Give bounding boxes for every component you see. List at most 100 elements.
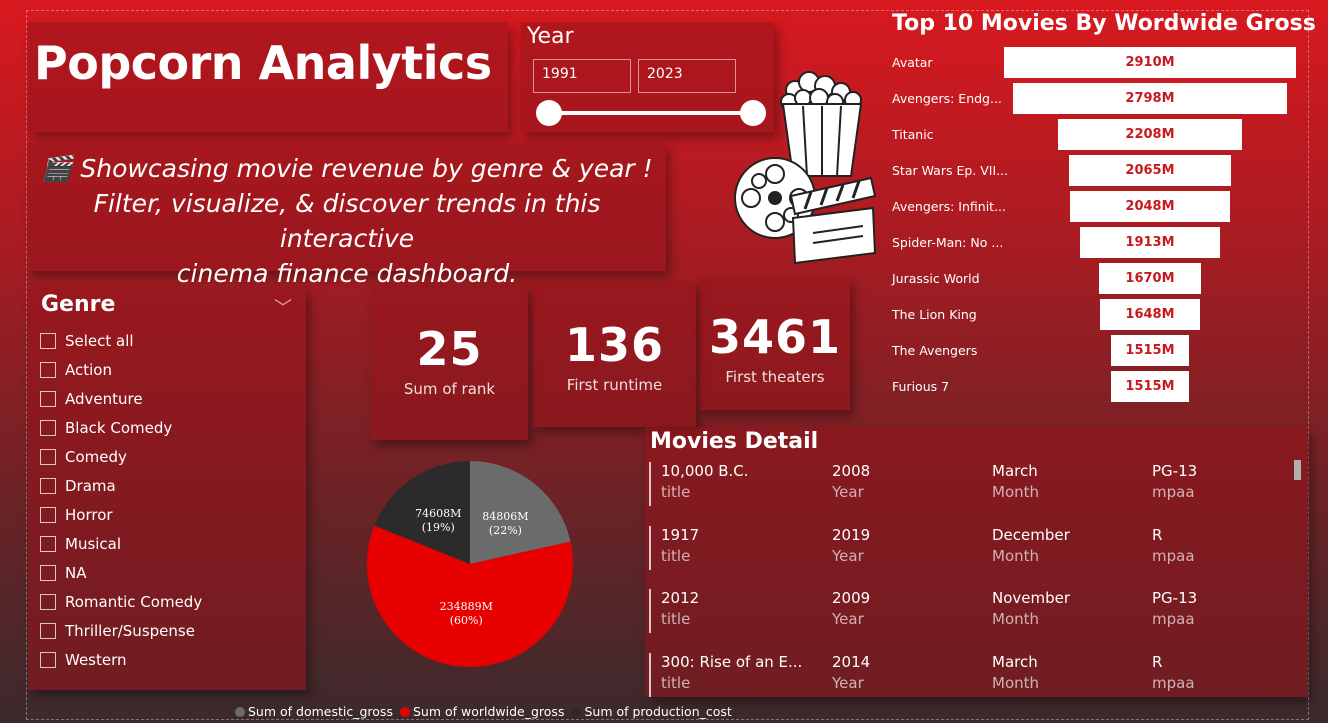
genre-checkbox[interactable]: [40, 361, 56, 378]
movie-detail-month-value: March: [992, 462, 1038, 480]
movie-detail-month-key: Month: [992, 483, 1040, 501]
movie-detail-mpaa-key: mpaa: [1152, 673, 1195, 692]
movie-detail-title-value: 10,000 B.C.: [661, 462, 749, 480]
genre-option-label: Select all: [65, 331, 134, 350]
year-slider-track[interactable]: [549, 111, 754, 115]
movie-detail-row[interactable]: 2012 title 2009 Year November Month PG-13 mpaa: [649, 589, 1289, 633]
genre-checkbox[interactable]: [40, 593, 56, 610]
genre-option[interactable]: Western: [40, 645, 202, 674]
genre-option[interactable]: Romantic Comedy: [40, 587, 202, 616]
top10-row[interactable]: Avatar 2910M: [892, 47, 1302, 79]
genre-option-label: Romantic Comedy: [65, 592, 203, 611]
legend-swatch: [235, 706, 245, 717]
top10-row[interactable]: Jurassic World 1670M: [892, 263, 1302, 295]
movie-detail-title-value: 300: Rise of an E...: [661, 652, 803, 671]
movie-detail-row[interactable]: 10,000 B.C. title 2008 Year March Month PG-13 m…: [649, 462, 1289, 506]
movie-detail-year-key: Year: [832, 673, 864, 692]
top10-row[interactable]: Titanic 2208M: [892, 119, 1302, 151]
movie-detail-title-key: title: [661, 546, 691, 565]
year-end-input[interactable]: 2023: [638, 59, 736, 93]
movie-detail-title-key: title: [661, 610, 691, 628]
genre-option-label: Black Comedy: [65, 418, 173, 437]
movie-detail-mpaa: PG-13 mpaa: [1152, 462, 1197, 501]
top10-movie-name: Avatar: [892, 55, 933, 70]
legend-item[interactable]: Sum of domestic_gross: [235, 704, 393, 719]
genre-option-label: Western: [65, 650, 127, 669]
genre-option[interactable]: Select all: [40, 326, 202, 355]
top10-movie-name: The Lion King: [892, 307, 977, 322]
genre-option[interactable]: Thriller/Suspense: [40, 616, 202, 645]
movie-detail-month: March Month: [992, 462, 1039, 501]
movie-detail-mpaa: Rmpaa: [1152, 653, 1195, 692]
year-slider-start-handle[interactable]: [536, 100, 562, 126]
genre-checkbox[interactable]: [40, 448, 56, 465]
genre-checkbox[interactable]: [40, 564, 56, 581]
genre-option[interactable]: Comedy: [40, 442, 202, 471]
genre-option[interactable]: Musical: [40, 529, 202, 558]
top10-bar[interactable]: 2048M: [1069, 191, 1231, 222]
genre-checkbox[interactable]: [40, 477, 56, 494]
genre-checkbox[interactable]: [40, 622, 56, 639]
movie-detail-mpaa: PG-13 mpaa: [1152, 589, 1197, 628]
year-label: Year: [527, 24, 574, 49]
genre-option[interactable]: NA: [40, 558, 202, 587]
movies-detail-title: Movies Detail: [650, 429, 819, 454]
top10-bar[interactable]: 2910M: [1004, 47, 1296, 78]
kpi-theaters-value: 3461: [708, 310, 842, 364]
movie-detail-year-value: 2014: [832, 652, 871, 671]
genre-checkbox[interactable]: [40, 390, 56, 407]
movie-detail-title: 2012 title: [661, 589, 699, 628]
genre-checkbox[interactable]: [40, 419, 56, 436]
genre-option[interactable]: Black Comedy: [40, 413, 202, 442]
movie-detail-mpaa-value: PG-13: [1152, 589, 1198, 607]
top10-bar[interactable]: 1515M: [1110, 335, 1190, 366]
pie-slice-percent-label: (19%): [422, 521, 455, 534]
movies-detail-scrollbar[interactable]: [1294, 460, 1301, 480]
chevron-down-icon[interactable]: ﹀: [274, 294, 292, 320]
genre-option[interactable]: Drama: [40, 471, 202, 500]
movie-detail-year: 2014 Year: [832, 653, 870, 692]
genre-option-label: Action: [65, 360, 112, 379]
movie-detail-month: March Month: [992, 653, 1039, 692]
pie-slice-value-label: 74608M: [415, 507, 461, 520]
top10-row[interactable]: Star Wars Ep. VII... 2065M: [892, 155, 1302, 187]
genre-option-label: Drama: [65, 476, 116, 495]
genre-option[interactable]: Action: [40, 355, 202, 384]
top10-row[interactable]: The Lion King 1648M: [892, 299, 1302, 331]
movie-detail-year-value: 2008: [832, 462, 871, 480]
top10-row[interactable]: Spider-Man: No ... 1913M: [892, 227, 1302, 259]
top10-bar[interactable]: 1913M: [1080, 227, 1220, 258]
genre-option[interactable]: Adventure: [40, 384, 202, 413]
top10-row[interactable]: Avengers: Infinit... 2048M: [892, 191, 1302, 223]
genre-checkbox[interactable]: [40, 535, 56, 552]
genre-option-label: Thriller/Suspense: [65, 621, 195, 640]
legend-item[interactable]: Sum of production_cost: [571, 704, 732, 719]
genre-checkbox[interactable]: [40, 506, 56, 523]
top10-bar[interactable]: 2065M: [1068, 155, 1232, 186]
top10-row[interactable]: Avengers: Endg... 2798M: [892, 83, 1302, 115]
top10-row[interactable]: Furious 7 1515M: [892, 371, 1302, 403]
top10-bar[interactable]: 2208M: [1057, 119, 1243, 150]
top10-bar[interactable]: 1648M: [1100, 299, 1200, 330]
legend-label: Sum of domestic_gross: [248, 704, 393, 719]
top10-movie-name: Furious 7: [892, 379, 950, 394]
movie-detail-year: 2009 Year: [832, 589, 870, 628]
genre-checkbox[interactable]: [40, 332, 56, 349]
year-start-input[interactable]: 1991: [533, 59, 631, 93]
kpi-runtime-card: 136 First runtime: [533, 282, 696, 427]
movie-detail-row[interactable]: 300: Rise of an E... title 2014 Year March Mo…: [649, 652, 1289, 697]
movie-detail-row[interactable]: 1917 title 2019 Year December Month Rmpaa: [649, 525, 1289, 570]
genre-checkbox[interactable]: [40, 651, 56, 668]
top10-movie-name: Star Wars Ep. VII...: [892, 163, 1009, 178]
top10-bar[interactable]: 2798M: [1012, 83, 1288, 114]
top10-bar[interactable]: 1515M: [1110, 371, 1190, 402]
top10-bar[interactable]: 1670M: [1098, 263, 1202, 294]
top10-movie-name: Titanic: [892, 127, 934, 142]
movie-detail-title-key: title: [661, 483, 691, 501]
genre-option[interactable]: Horror: [40, 500, 202, 529]
movie-detail-mpaa-key: mpaa: [1152, 610, 1195, 628]
kpi-rank-card: 25 Sum of rank: [371, 286, 528, 440]
legend-item[interactable]: Sum of worldwide_gross: [399, 704, 564, 719]
top10-row[interactable]: The Avengers 1515M: [892, 335, 1302, 367]
movie-detail-title: 1917 title: [661, 526, 699, 565]
